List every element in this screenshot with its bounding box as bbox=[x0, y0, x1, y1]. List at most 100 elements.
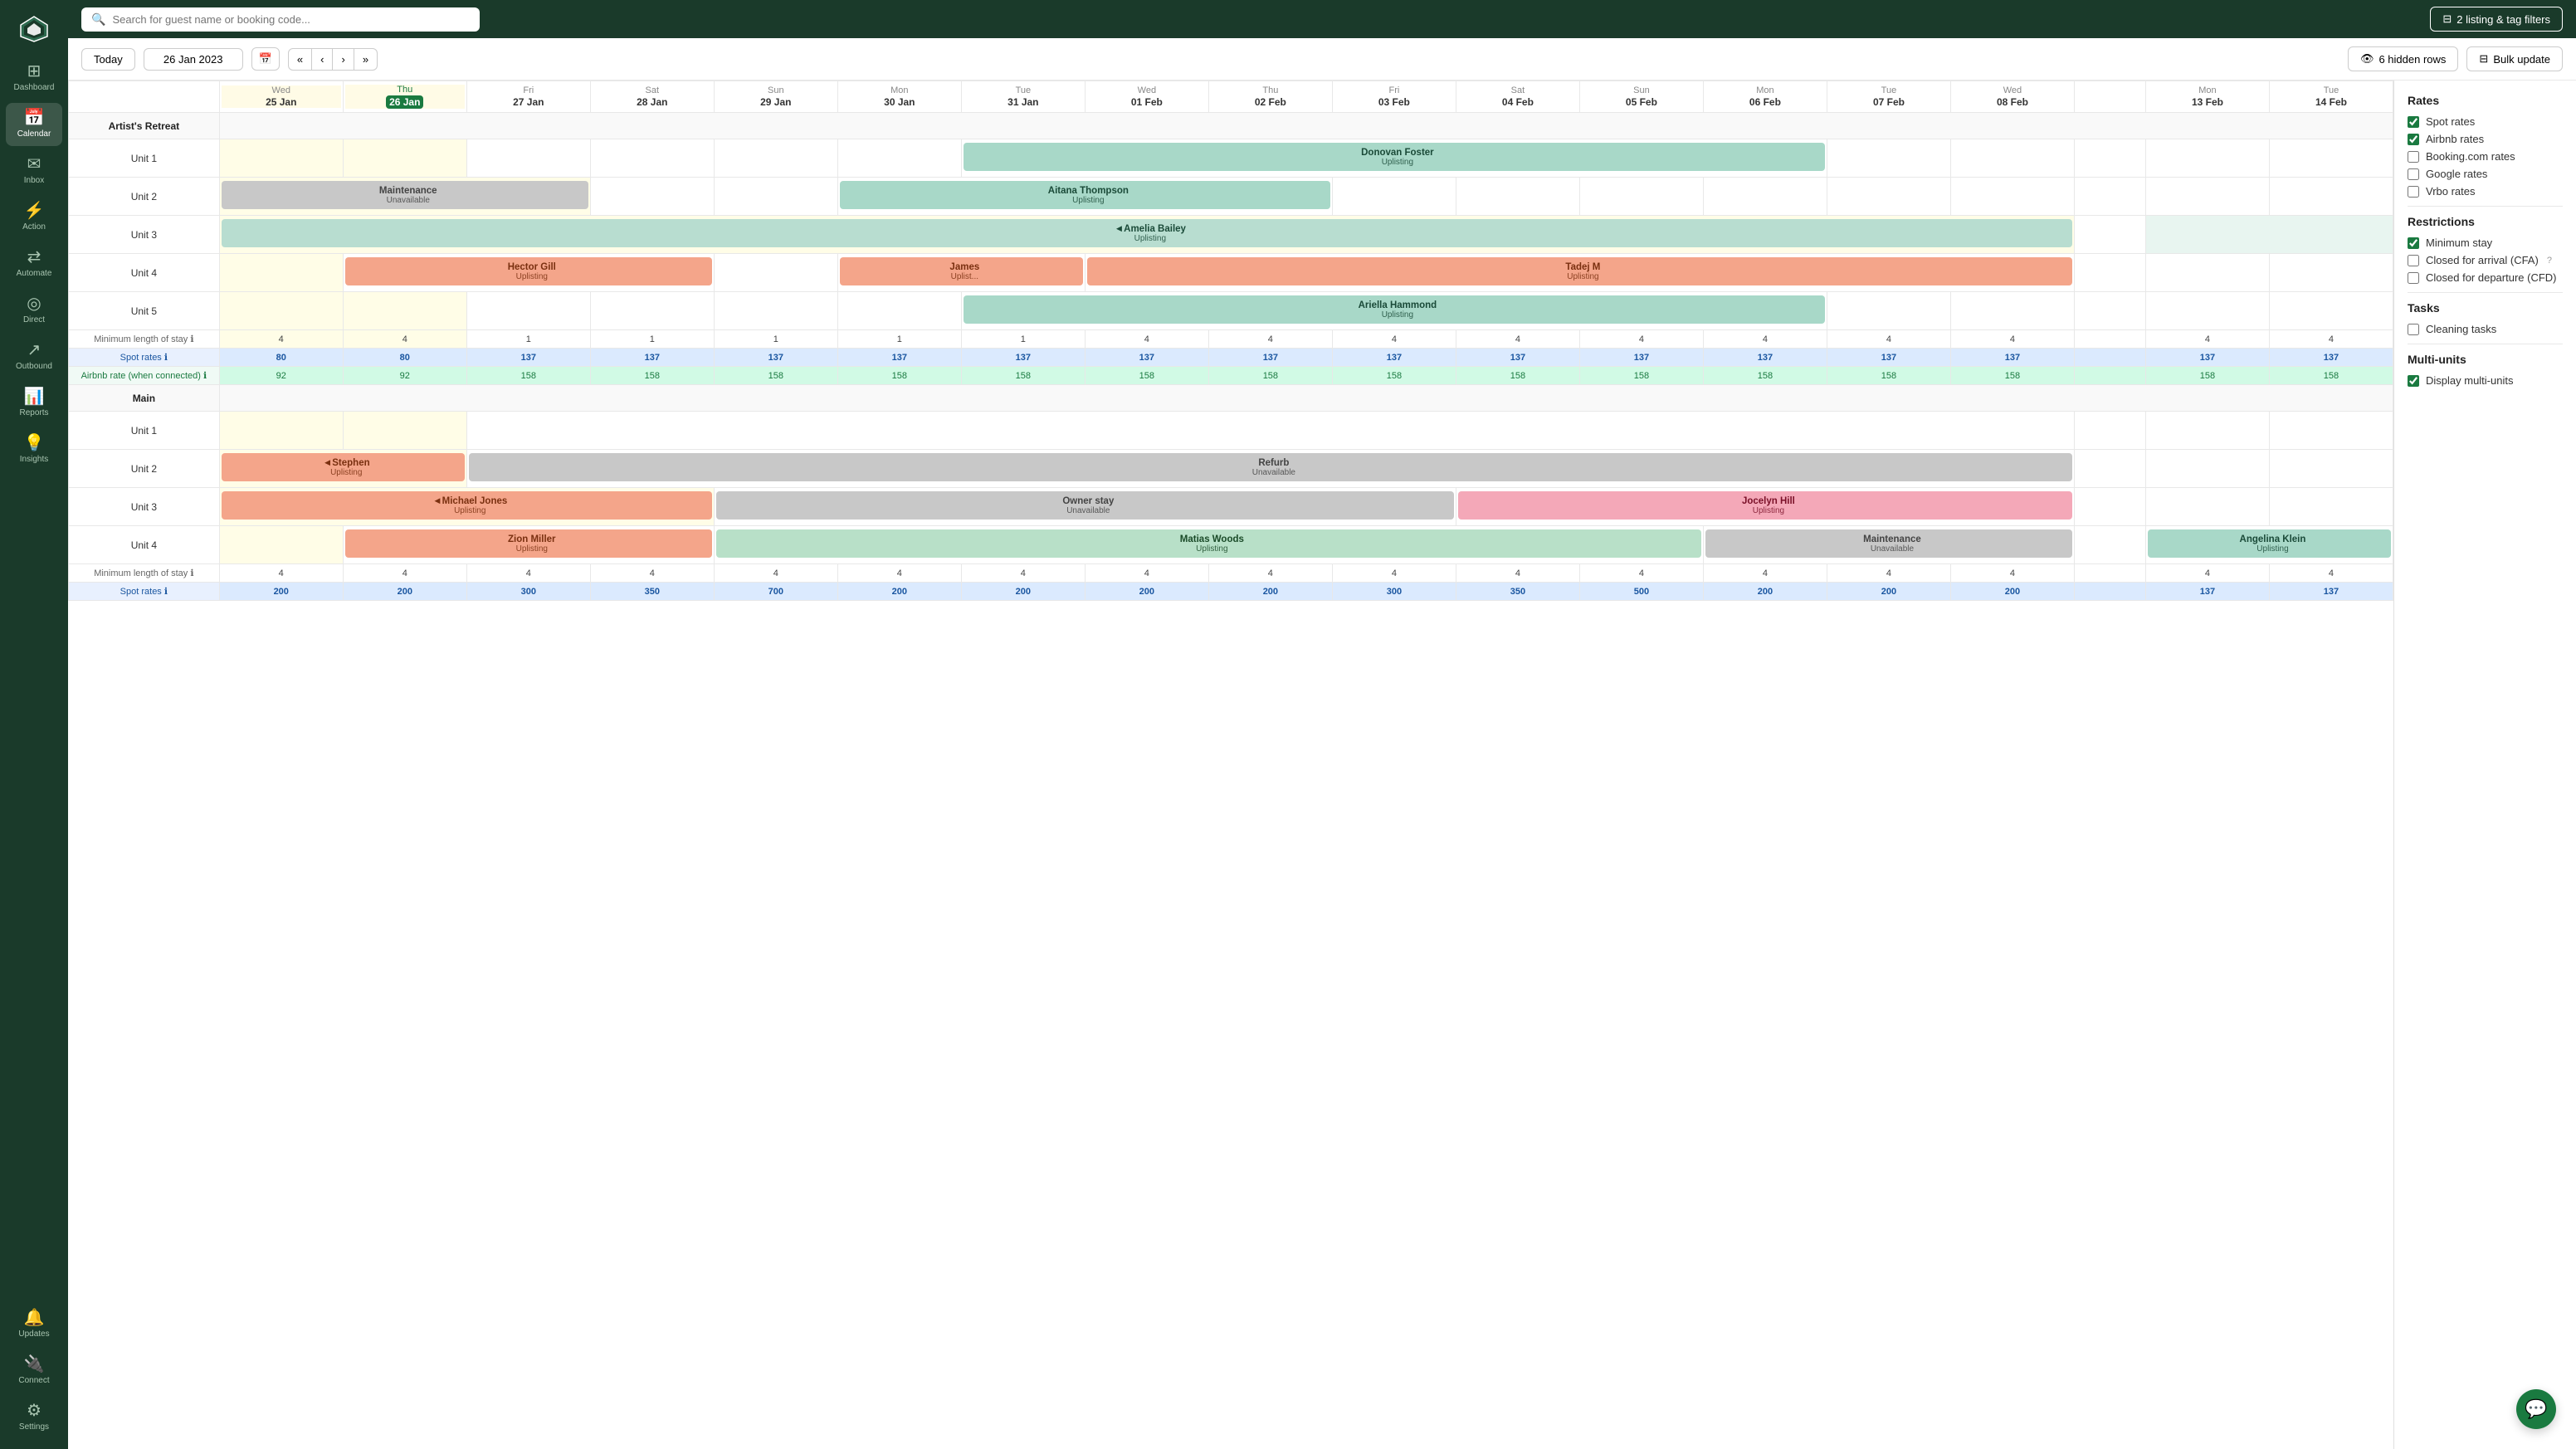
restriction-cfa-row: Closed for arrival (CFA) ? bbox=[2408, 254, 2563, 266]
min-stay-label[interactable]: Minimum stay bbox=[2426, 237, 2492, 249]
bulk-update-icon: ⊟ bbox=[2479, 52, 2488, 66]
cleaning-tasks-label[interactable]: Cleaning tasks bbox=[2426, 323, 2496, 335]
sidebar-item-connect[interactable]: 🔌 Connect bbox=[6, 1349, 62, 1393]
topbar: 🔍 ⊟ 2 listing & tag filters bbox=[68, 0, 2576, 38]
sidebar-label-calendar: Calendar bbox=[17, 129, 51, 139]
section-header-artists-retreat: Artist's Retreat bbox=[69, 113, 2393, 139]
stats-min-stay-main-row: Minimum length of stay ℹ 4 4 4 4 4 4 4 4… bbox=[69, 564, 2393, 583]
tasks-title: Tasks bbox=[2408, 301, 2563, 315]
booking-rates-label[interactable]: Booking.com rates bbox=[2426, 150, 2515, 163]
search-icon: 🔍 bbox=[91, 12, 105, 27]
datepicker-button[interactable]: 📅 bbox=[251, 47, 280, 71]
nav-next-button[interactable]: › bbox=[333, 48, 354, 71]
sidebar-item-action[interactable]: ⚡ Action bbox=[6, 196, 62, 239]
multi-units-title: Multi-units bbox=[2408, 353, 2563, 366]
sidebar-item-insights[interactable]: 💡 Insights bbox=[6, 428, 62, 471]
insights-icon: 💡 bbox=[24, 435, 45, 451]
sidebar-label-direct: Direct bbox=[23, 315, 45, 325]
sidebar-item-reports[interactable]: 📊 Reports bbox=[6, 382, 62, 425]
filter-button[interactable]: ⊟ 2 listing & tag filters bbox=[2430, 7, 2563, 32]
calendar-icon: 📅 bbox=[24, 110, 45, 126]
hidden-rows-button[interactable]: 👁 6 hidden rows bbox=[2348, 46, 2458, 71]
rate-booking-row: Booking.com rates bbox=[2408, 150, 2563, 163]
sidebar-item-inbox[interactable]: ✉ Inbox bbox=[6, 149, 62, 193]
table-row: Unit 5 Ariella Hammond Uplisting bbox=[69, 292, 2393, 330]
unit-label: Unit 1 bbox=[69, 412, 220, 450]
calendar-grid[interactable]: Wed25 Jan Thu26 Jan Fri27 Jan Sat28 Jan … bbox=[68, 80, 2393, 1449]
airbnb-rates-checkbox[interactable] bbox=[2408, 134, 2419, 145]
nav-last-button[interactable]: » bbox=[354, 48, 378, 71]
vrbo-rates-label[interactable]: Vrbo rates bbox=[2426, 185, 2476, 198]
table-row: Unit 1 bbox=[69, 412, 2393, 450]
action-icon: ⚡ bbox=[24, 202, 45, 219]
stats-airbnb-rates-row: Airbnb rate (when connected) ℹ 92 92 158… bbox=[69, 367, 2393, 385]
date-col-12: Mon06 Feb bbox=[1703, 81, 1827, 113]
sidebar-item-automate[interactable]: ⇄ Automate bbox=[6, 242, 62, 285]
stats-min-stay-row: Minimum length of stay ℹ 4 4 11 11 14 44… bbox=[69, 330, 2393, 349]
today-button[interactable]: Today bbox=[81, 48, 135, 71]
cfd-checkbox[interactable] bbox=[2408, 272, 2419, 284]
sidebar: ⊞ Dashboard 📅 Calendar ✉ Inbox ⚡ Action … bbox=[0, 0, 68, 1449]
eye-icon: 👁 bbox=[2360, 52, 2374, 66]
nav-prev-button[interactable]: ‹ bbox=[312, 48, 333, 71]
table-row: Unit 2 ◄Stephen Uplisting Refurb bbox=[69, 450, 2393, 488]
spot-rates-main-label: Spot rates ℹ bbox=[69, 583, 220, 601]
display-multi-label[interactable]: Display multi-units bbox=[2426, 374, 2513, 387]
rate-airbnb-row: Airbnb rates bbox=[2408, 133, 2563, 145]
date-col-5: Mon30 Jan bbox=[837, 81, 961, 113]
display-multi-checkbox[interactable] bbox=[2408, 375, 2419, 387]
sidebar-label-connect: Connect bbox=[18, 1376, 49, 1386]
search-container: 🔍 bbox=[81, 7, 480, 32]
direct-icon: ◎ bbox=[27, 295, 41, 312]
dashboard-icon: ⊞ bbox=[27, 63, 41, 80]
main-content: 🔍 ⊟ 2 listing & tag filters Today 26 Jan… bbox=[68, 0, 2576, 1449]
search-input[interactable] bbox=[112, 13, 470, 26]
date-col-3: Sat28 Jan bbox=[590, 81, 714, 113]
settings-icon: ⚙ bbox=[27, 1403, 41, 1419]
spot-rates-label[interactable]: Spot rates bbox=[2426, 115, 2475, 128]
section-header-main: Main bbox=[69, 385, 2393, 412]
date-col-13: Tue07 Feb bbox=[1827, 81, 1950, 113]
date-col-14: Wed08 Feb bbox=[1950, 81, 2074, 113]
cfd-label[interactable]: Closed for departure (CFD) bbox=[2426, 271, 2557, 284]
filter-label: 2 listing & tag filters bbox=[2456, 13, 2550, 26]
date-col-10: Sat04 Feb bbox=[1456, 81, 1579, 113]
booking-rates-checkbox[interactable] bbox=[2408, 151, 2419, 163]
vrbo-rates-checkbox[interactable] bbox=[2408, 186, 2419, 198]
sidebar-label-automate: Automate bbox=[17, 269, 52, 279]
updates-icon: 🔔 bbox=[24, 1310, 45, 1326]
chat-bubble-button[interactable]: 💬 bbox=[2516, 1389, 2556, 1429]
sidebar-item-settings[interactable]: ⚙ Settings bbox=[6, 1396, 62, 1439]
min-stay-main-label: Minimum length of stay ℹ bbox=[69, 564, 220, 583]
cfa-label[interactable]: Closed for arrival (CFA) bbox=[2426, 254, 2539, 266]
calendar-toolbar: Today 26 Jan 2023 📅 « ‹ › » 👁 6 hidden r… bbox=[68, 38, 2576, 80]
sidebar-item-direct[interactable]: ◎ Direct bbox=[6, 289, 62, 332]
airbnb-rates-label[interactable]: Airbnb rates bbox=[2426, 133, 2484, 145]
date-col-15 bbox=[2074, 81, 2145, 113]
cfa-checkbox[interactable] bbox=[2408, 255, 2419, 266]
unit-label: Unit 2 bbox=[69, 450, 220, 488]
unit-label: Unit 5 bbox=[69, 292, 220, 330]
google-rates-checkbox[interactable] bbox=[2408, 168, 2419, 180]
spot-rates-checkbox[interactable] bbox=[2408, 116, 2419, 128]
sidebar-item-outbound[interactable]: ↗ Outbound bbox=[6, 335, 62, 378]
table-row: Unit 1 Donovan Foster Uplisting bbox=[69, 139, 2393, 178]
sidebar-item-updates[interactable]: 🔔 Updates bbox=[6, 1303, 62, 1346]
sidebar-label-inbox: Inbox bbox=[24, 176, 44, 186]
sidebar-item-calendar[interactable]: 📅 Calendar bbox=[6, 103, 62, 146]
google-rates-label[interactable]: Google rates bbox=[2426, 168, 2487, 180]
multi-units-display-row: Display multi-units bbox=[2408, 374, 2563, 387]
hidden-rows-label: 6 hidden rows bbox=[2378, 53, 2446, 66]
sidebar-item-dashboard[interactable]: ⊞ Dashboard bbox=[6, 56, 62, 100]
cleaning-tasks-checkbox[interactable] bbox=[2408, 324, 2419, 335]
stats-spot-rates-row: Spot rates ℹ 80 80 137 137 137 137 137 1… bbox=[69, 349, 2393, 367]
date-col-17: Tue14 Feb bbox=[2269, 81, 2393, 113]
cfa-help-icon[interactable]: ? bbox=[2547, 256, 2552, 266]
min-stay-checkbox[interactable] bbox=[2408, 237, 2419, 249]
bulk-update-button[interactable]: ⊟ Bulk update bbox=[2466, 46, 2563, 71]
date-col-1: Thu26 Jan bbox=[343, 81, 466, 113]
rates-panel: Rates Spot rates Airbnb rates Booking.co… bbox=[2393, 80, 2576, 1449]
date-display: 26 Jan 2023 bbox=[144, 48, 243, 71]
nav-first-button[interactable]: « bbox=[288, 48, 312, 71]
reports-icon: 📊 bbox=[24, 388, 45, 405]
